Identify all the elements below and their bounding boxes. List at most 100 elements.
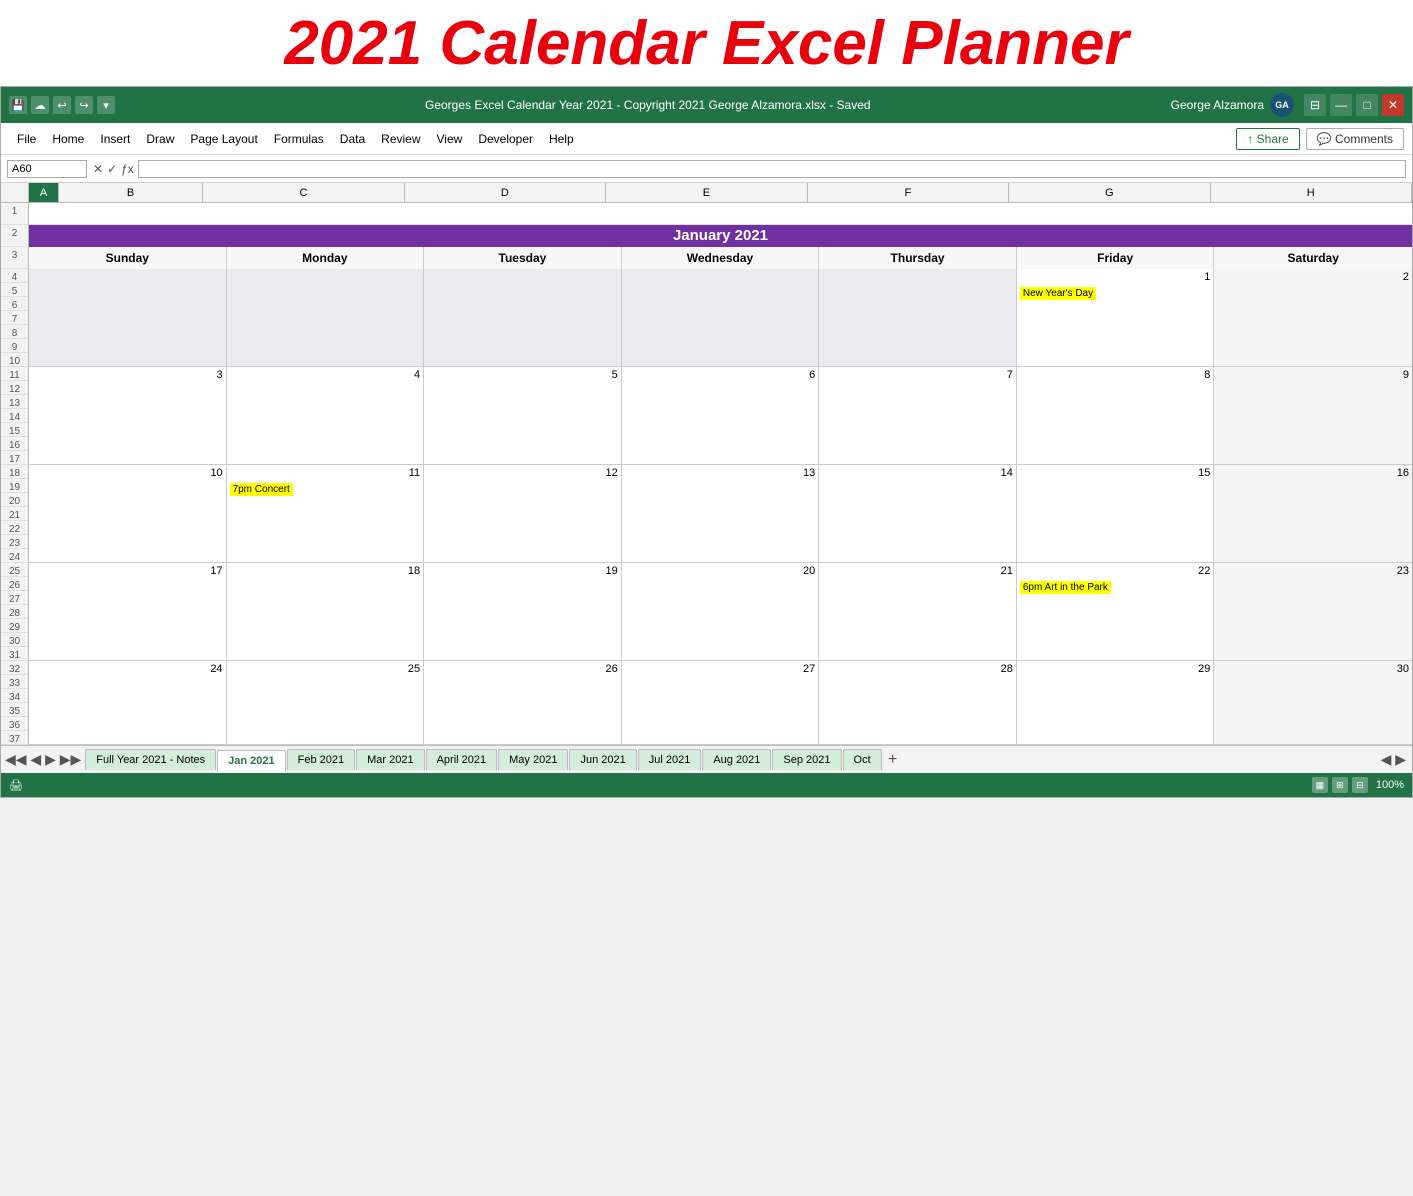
customize-icon[interactable]: ▾	[97, 96, 115, 114]
cell-jan-23[interactable]: 23	[1214, 563, 1412, 660]
tab-full-year[interactable]: Full Year 2021 - Notes	[85, 749, 216, 770]
cell-jan-4[interactable]: 4	[227, 367, 425, 464]
row-num-23: 23	[1, 535, 28, 549]
cell-jan-17[interactable]: 17	[29, 563, 227, 660]
page-break-view-icon[interactable]: ⊟	[1352, 777, 1368, 793]
save-icon[interactable]: 💾	[9, 96, 27, 114]
row-num-24: 24	[1, 549, 28, 563]
tab-nav-left[interactable]: ◀◀ ◀ ▶ ▶▶	[1, 751, 85, 768]
cell-jan-15[interactable]: 15	[1017, 465, 1215, 562]
add-sheet-btn[interactable]: +	[883, 750, 903, 770]
tab-jul-2021[interactable]: Jul 2021	[638, 749, 702, 770]
cell-jan-6[interactable]: 6	[622, 367, 820, 464]
tab-jan-2021[interactable]: Jan 2021	[217, 750, 285, 772]
maximize-btn[interactable]: □	[1356, 94, 1378, 116]
row-num-27: 27	[1, 591, 28, 605]
cell-jan-12[interactable]: 12	[424, 465, 622, 562]
cell-jan-25[interactable]: 25	[227, 661, 425, 744]
tab-aug-2021[interactable]: Aug 2021	[702, 749, 771, 770]
cell-jan-16[interactable]: 16	[1214, 465, 1412, 562]
tab-jun-2021[interactable]: Jun 2021	[569, 749, 636, 770]
spreadsheet-body: 1 2 3 4 5 6 7 8 9 10 11 12 13 14 15 16 1…	[1, 203, 1412, 745]
menu-insert[interactable]: Insert	[92, 129, 138, 149]
zoom-level: 100%	[1376, 779, 1404, 791]
menu-review[interactable]: Review	[373, 129, 428, 149]
ribbon-collapse-btn[interactable]: ⊟	[1304, 94, 1326, 116]
cell-jan-2[interactable]: 2	[1214, 269, 1412, 366]
page-layout-view-icon[interactable]: ⊞	[1332, 777, 1348, 793]
cell-jan-22[interactable]: 22 6pm Art in the Park	[1017, 563, 1215, 660]
menu-formulas[interactable]: Formulas	[266, 129, 332, 149]
tab-scroll-right[interactable]: ◀ ▶	[1381, 751, 1412, 768]
day-num-3: 3	[32, 369, 223, 381]
tab-feb-2021[interactable]: Feb 2021	[287, 749, 355, 770]
redo-icon[interactable]: ↪	[75, 96, 93, 114]
cell-jan-9[interactable]: 9	[1214, 367, 1412, 464]
normal-view-icon[interactable]: ▦	[1312, 777, 1328, 793]
undo-icon[interactable]: ↩	[53, 96, 71, 114]
window-controls: ⊟ — □ ✕	[1304, 94, 1404, 116]
day-num-4: 4	[230, 369, 421, 381]
row-num-14: 14	[1, 409, 28, 423]
col-header-h: H	[1211, 183, 1412, 202]
excel-window: 💾 ☁ ↩ ↪ ▾ Georges Excel Calendar Year 20…	[0, 86, 1413, 798]
cell-jan-13[interactable]: 13	[622, 465, 820, 562]
tab-april-2021[interactable]: April 2021	[426, 749, 498, 770]
cell-jan-28[interactable]: 28	[819, 661, 1017, 744]
day-num-20: 20	[625, 565, 816, 577]
minimize-btn[interactable]: —	[1330, 94, 1352, 116]
share-button[interactable]: ↑ Share	[1236, 128, 1299, 150]
menu-file[interactable]: File	[9, 129, 44, 149]
day-headers-row: Sunday Monday Tuesday Wednesday Thursday…	[29, 247, 1412, 269]
close-btn[interactable]: ✕	[1382, 94, 1404, 116]
cell-jan-27[interactable]: 27	[622, 661, 820, 744]
column-headers: A B C D E F G H	[1, 183, 1412, 203]
menu-help[interactable]: Help	[541, 129, 582, 149]
cell-empty-2[interactable]	[227, 269, 425, 366]
cell-jan-11[interactable]: 11 7pm Concert	[227, 465, 425, 562]
cell-jan-24[interactable]: 24	[29, 661, 227, 744]
cell-jan-14[interactable]: 14	[819, 465, 1017, 562]
user-avatar[interactable]: GA	[1270, 93, 1294, 117]
print-icon[interactable]: 🖨	[9, 779, 23, 792]
cell-empty-1[interactable]	[29, 269, 227, 366]
cell-reference-input[interactable]	[7, 160, 87, 178]
cell-jan-19[interactable]: 19	[424, 563, 622, 660]
formula-confirm-icon[interactable]: ✓	[107, 162, 117, 176]
tab-mar-2021[interactable]: Mar 2021	[356, 749, 424, 770]
row-num-33: 33	[1, 675, 28, 689]
menu-data[interactable]: Data	[332, 129, 373, 149]
cell-jan-1[interactable]: 1 New Year's Day	[1017, 269, 1215, 366]
tab-may-2021[interactable]: May 2021	[498, 749, 568, 770]
cell-jan-21[interactable]: 21	[819, 563, 1017, 660]
comments-button[interactable]: 💬 Comments	[1306, 128, 1404, 150]
tab-sep-2021[interactable]: Sep 2021	[772, 749, 841, 770]
tab-oct[interactable]: Oct	[843, 749, 882, 770]
cell-empty-5[interactable]	[819, 269, 1017, 366]
cell-empty-3[interactable]	[424, 269, 622, 366]
cell-jan-3[interactable]: 3	[29, 367, 227, 464]
row-num-26: 26	[1, 577, 28, 591]
cell-jan-5[interactable]: 5	[424, 367, 622, 464]
status-left: 🖨	[9, 779, 23, 792]
row-num-28: 28	[1, 605, 28, 619]
cell-jan-10[interactable]: 10	[29, 465, 227, 562]
cell-jan-18[interactable]: 18	[227, 563, 425, 660]
cell-jan-30[interactable]: 30	[1214, 661, 1412, 744]
col-header-g: G	[1009, 183, 1210, 202]
menu-view[interactable]: View	[429, 129, 471, 149]
cell-jan-26[interactable]: 26	[424, 661, 622, 744]
menu-home[interactable]: Home	[44, 129, 92, 149]
cell-jan-29[interactable]: 29	[1017, 661, 1215, 744]
formula-insert-icon[interactable]: ƒx	[121, 162, 134, 176]
menu-page-layout[interactable]: Page Layout	[182, 129, 265, 149]
formula-cancel-icon[interactable]: ✕	[93, 162, 103, 176]
formula-input[interactable]	[138, 160, 1406, 178]
autosave-icon[interactable]: ☁	[31, 96, 49, 114]
cell-empty-4[interactable]	[622, 269, 820, 366]
cell-jan-7[interactable]: 7	[819, 367, 1017, 464]
cell-jan-20[interactable]: 20	[622, 563, 820, 660]
cell-jan-8[interactable]: 8	[1017, 367, 1215, 464]
menu-draw[interactable]: Draw	[138, 129, 182, 149]
menu-developer[interactable]: Developer	[470, 129, 541, 149]
